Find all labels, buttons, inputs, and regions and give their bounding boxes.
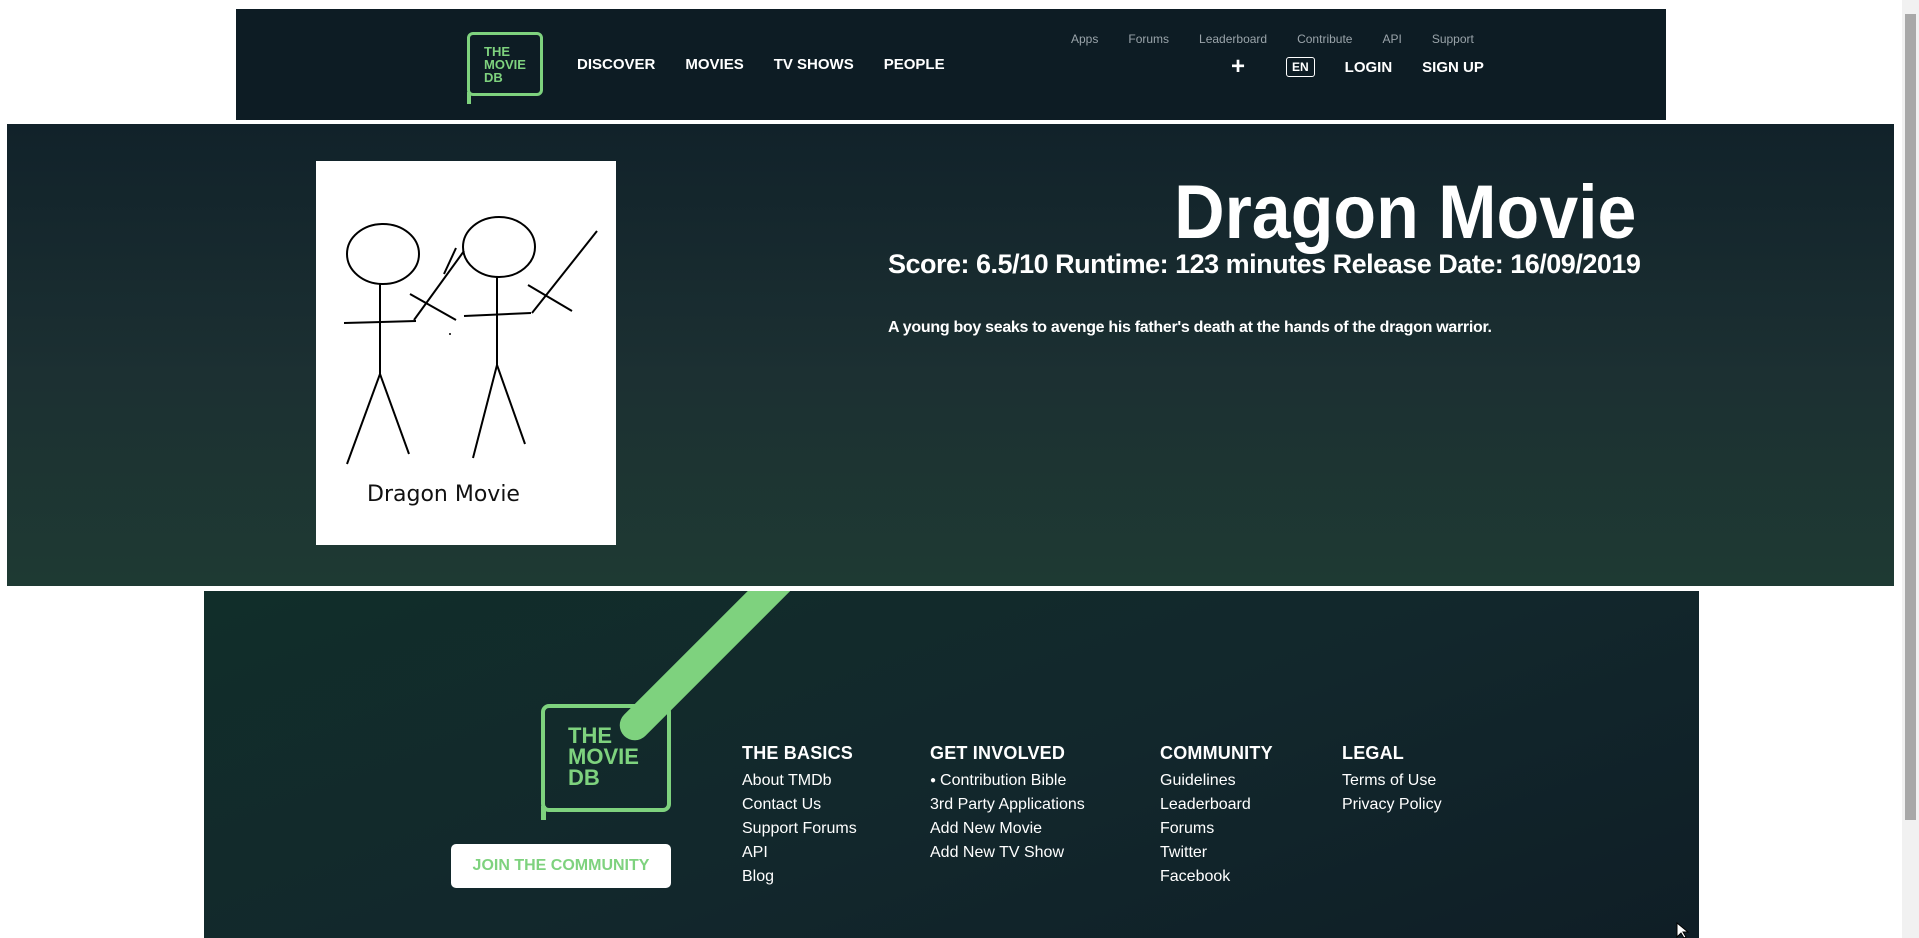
footer-link-add-tv-show[interactable]: Add New TV Show xyxy=(930,841,1085,865)
tmdb-footer-logo[interactable]: THE MOVIE DB xyxy=(541,704,671,820)
movie-overview: A young boy seaks to avenge his father's… xyxy=(888,319,1492,336)
footer-heading: THE BASICS xyxy=(742,743,854,763)
footer-link-contribution-bible[interactable]: ● Contribution Bible xyxy=(930,769,1085,793)
logo-line: DB xyxy=(568,765,600,790)
footer-column-basics: THE BASICS About TMDb Contact Us Support… xyxy=(742,743,857,889)
join-community-button[interactable]: JOIN THE COMMUNITY xyxy=(451,844,671,888)
logo-line: DB xyxy=(484,70,503,85)
scrollbar-thumb[interactable] xyxy=(1905,14,1916,820)
footer-link-twitter[interactable]: Twitter xyxy=(1160,841,1273,865)
footer-link-terms[interactable]: Terms of Use xyxy=(1342,769,1442,793)
footer-link-contact[interactable]: Contact Us xyxy=(742,793,857,817)
footer-heading: GET INVOLVED xyxy=(930,743,1066,763)
language-button[interactable]: EN xyxy=(1286,57,1315,77)
footer-link-forums[interactable]: Forums xyxy=(1160,817,1273,841)
movie-title-text: Dragon Movie xyxy=(1174,170,1637,255)
nav-movies[interactable]: MOVIES xyxy=(685,56,743,73)
top-link-support[interactable]: Support xyxy=(1432,32,1474,46)
footer-link-3rd-party[interactable]: 3rd Party Applications xyxy=(930,793,1085,817)
movie-meta: Score: 6.5/10 Runtime: 123 minutes Relea… xyxy=(888,249,1641,279)
footer-column-get-involved: GET INVOLVED ● Contribution Bible 3rd Par… xyxy=(930,743,1085,865)
top-link-contribute[interactable]: Contribute xyxy=(1297,32,1352,46)
footer-link-about[interactable]: About TMDb xyxy=(742,769,857,793)
top-link-leaderboard[interactable]: Leaderboard xyxy=(1199,32,1267,46)
bullet-icon: ● xyxy=(930,775,937,786)
account-nav: + EN LOGIN SIGN UP xyxy=(1226,53,1484,81)
footer-link-guidelines[interactable]: Guidelines xyxy=(1160,769,1273,793)
site-header: THE MOVIE DB DISCOVER MOVIES TV SHOWS PE… xyxy=(236,9,1666,120)
nav-tv-shows[interactable]: TV SHOWS xyxy=(774,56,854,73)
footer-link-leaderboard[interactable]: Leaderboard xyxy=(1160,793,1273,817)
footer-heading: LEGAL xyxy=(1342,743,1404,763)
logo-line: THE xyxy=(568,723,612,748)
top-link-apps[interactable]: Apps xyxy=(1071,32,1098,46)
tmdb-logo[interactable]: THE MOVIE DB xyxy=(467,32,543,104)
footer-heading: COMMUNITY xyxy=(1160,743,1273,763)
nav-people[interactable]: PEOPLE xyxy=(884,56,945,73)
footer-column-legal: LEGAL Terms of Use Privacy Policy xyxy=(1342,743,1442,817)
footer-column-community: COMMUNITY Guidelines Leaderboard Forums … xyxy=(1160,743,1273,889)
nav-discover[interactable]: DISCOVER xyxy=(577,56,655,73)
movie-hero: Dragon Movie Dragon Movie Score: 6.5/10 … xyxy=(7,124,1894,586)
footer-link-privacy[interactable]: Privacy Policy xyxy=(1342,793,1442,817)
page-scrollbar[interactable] xyxy=(1902,0,1919,938)
footer-link-support-forums[interactable]: Support Forums xyxy=(742,817,857,841)
footer-link-facebook[interactable]: Facebook xyxy=(1160,865,1273,889)
logo-line: MOVIE xyxy=(568,744,639,769)
plus-icon[interactable]: + xyxy=(1226,53,1250,81)
top-links: Apps Forums Leaderboard Contribute API S… xyxy=(1071,32,1504,46)
signup-link[interactable]: SIGN UP xyxy=(1422,59,1484,76)
top-link-forums[interactable]: Forums xyxy=(1128,32,1169,46)
login-link[interactable]: LOGIN xyxy=(1345,59,1393,76)
footer-link-label: Contribution Bible xyxy=(940,772,1067,790)
movie-title: Dragon Movie xyxy=(7,168,1894,258)
mouse-cursor-icon xyxy=(1676,922,1690,938)
footer-link-api[interactable]: API xyxy=(742,841,857,865)
footer-link-add-movie[interactable]: Add New Movie xyxy=(930,817,1085,841)
main-nav: DISCOVER MOVIES TV SHOWS PEOPLE xyxy=(577,56,945,73)
poster-caption: Dragon Movie xyxy=(367,482,520,507)
site-footer: THE MOVIE DB JOIN THE COMMUNITY THE BASI… xyxy=(204,591,1699,938)
footer-link-blog[interactable]: Blog xyxy=(742,865,857,889)
top-link-api[interactable]: API xyxy=(1382,32,1401,46)
